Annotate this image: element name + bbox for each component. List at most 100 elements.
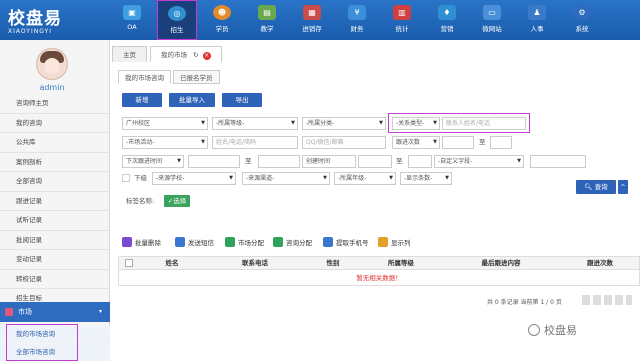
chevron-down-icon: ▼ — [229, 175, 233, 181]
add-button[interactable]: 新增 — [122, 93, 162, 107]
chevron-down-icon: ▼ — [389, 175, 393, 181]
campus-select[interactable]: 广州校区 ▼ — [122, 117, 208, 130]
hr-icon: ♟ — [528, 5, 546, 20]
nav-oa[interactable]: ▣ OA — [112, 0, 152, 40]
created-time-select[interactable]: 创建时间 — [302, 155, 356, 168]
display-count-select[interactable]: -显示条数- ▼ — [400, 172, 452, 185]
nav-marketing[interactable]: ♦ 营销 — [427, 0, 467, 40]
finance-icon: ¥ — [348, 5, 366, 20]
close-icon[interactable]: × — [202, 52, 211, 60]
main-content: 主页 我的市场 ↻ × 我的市场咨询 已报名学员 新增 批量导入 导出 广州校区… — [112, 42, 640, 361]
followup-count-select[interactable]: 跟进次数 ▼ — [392, 136, 440, 149]
highlight-relation-filter — [388, 113, 530, 133]
sidebar-item-my-consult[interactable]: 我的咨询 — [0, 114, 110, 133]
include-sub-checkbox[interactable] — [122, 174, 130, 182]
followup-count-to[interactable] — [490, 136, 512, 149]
activity-select[interactable]: -市场活动- ▼ — [122, 136, 208, 149]
sidebar-menu: 咨询师主页 我的咨询 公共库 案例剖析 全部咨询 跟进记录 试听记录 批阅记录 … — [0, 94, 110, 309]
next-followup-select[interactable]: 下次跟进时间 ▼ — [122, 155, 184, 168]
source-school-select[interactable]: -来源学校- ▼ — [152, 172, 236, 185]
range-to-label: 至 — [396, 157, 403, 165]
nav-hr[interactable]: ♟ 人事 — [517, 0, 557, 40]
delete-icon — [122, 237, 132, 247]
nav-student[interactable]: ☻ 学员 — [202, 0, 242, 40]
toolbar-send-sms[interactable]: 发送短信 — [175, 236, 214, 248]
chevron-down-icon: ▼ — [379, 120, 383, 126]
created-time-end[interactable] — [408, 155, 432, 168]
username[interactable]: admin — [0, 83, 104, 92]
grade-year-select[interactable]: -所属年级- ▼ — [334, 172, 396, 185]
name-search-input[interactable]: 姓名/电话/简码 — [212, 136, 298, 149]
col-last-followup[interactable]: 最后跟进内容 — [441, 257, 561, 269]
chevron-down-icon: ▼ — [201, 139, 205, 145]
inventory-icon: ▦ — [303, 5, 321, 20]
query-button[interactable]: 🔍︎ 查询 — [576, 180, 616, 194]
sidebar-item-public-pool[interactable]: 公共库 — [0, 133, 110, 153]
tab-my-market-consult[interactable]: 我的市场咨询 — [118, 70, 171, 84]
highlight-sidebar — [6, 324, 78, 361]
tab-my-market[interactable]: 我的市场 ↻ × — [150, 46, 222, 62]
marketing-icon: ♦ — [438, 5, 456, 20]
phone-icon — [323, 237, 333, 247]
next-followup-start[interactable] — [188, 155, 240, 168]
table-header: 姓名 联系电话 性别 所属等级 最后跟进内容 跟进次数 — [118, 256, 640, 270]
sidebar-item-followup[interactable]: 跟进记录 — [0, 192, 110, 211]
col-gender[interactable]: 性别 — [305, 257, 361, 269]
qq-search-input[interactable]: QQ/微信/邮箱 — [302, 136, 386, 149]
followup-count-from[interactable] — [442, 136, 474, 149]
search-icon: 🔍︎ — [584, 183, 593, 191]
created-time-start[interactable] — [358, 155, 392, 168]
nav-stats[interactable]: ▥ 统计 — [382, 0, 422, 40]
sidebar-item-changes[interactable]: 变动记录 — [0, 250, 110, 270]
export-button[interactable]: 导出 — [222, 93, 262, 107]
col-phone[interactable]: 联系电话 — [205, 257, 305, 269]
sidebar-item-all-consult[interactable]: 全部咨询 — [0, 172, 110, 192]
nav-system[interactable]: ⚙ 系统 — [562, 0, 602, 40]
teaching-icon: ▤ — [258, 5, 276, 20]
nav-finance[interactable]: ¥ 财务 — [337, 0, 377, 40]
sidebar-section-market[interactable]: 市场 ▾ — [0, 302, 110, 322]
nav-teaching[interactable]: ▤ 教学 — [247, 0, 287, 40]
nav-inventory[interactable]: ▦ 进销存 — [292, 0, 332, 40]
select-all-checkbox[interactable] — [119, 257, 139, 269]
sidebar-item-trial[interactable]: 试听记录 — [0, 211, 110, 231]
toolbar-show-columns[interactable]: 显示列 — [378, 236, 411, 248]
col-name[interactable]: 姓名 — [139, 257, 205, 269]
col-grade[interactable]: 所属等级 — [361, 257, 441, 269]
toolbar-batch-delete[interactable]: 批量删除 — [122, 236, 161, 248]
grade-select[interactable]: -所属等级- ▼ — [212, 117, 298, 130]
chevron-down-icon: ▼ — [445, 175, 449, 181]
include-sub-label: 下级 — [134, 174, 147, 182]
sidebar-item-transfer[interactable]: 转校记录 — [0, 270, 110, 289]
collapse-filter-button[interactable]: ^ — [618, 180, 628, 194]
toolbar-market-assign[interactable]: 市场分配 — [225, 236, 264, 248]
toolbar-extract-phone[interactable]: 提取手机号 — [323, 236, 369, 248]
refresh-icon[interactable]: ↻ — [193, 51, 198, 59]
logo-text: 校盘易 — [8, 9, 62, 29]
source-channel-select[interactable]: -来源渠道- ▼ — [242, 172, 330, 185]
oa-icon: ▣ — [123, 5, 141, 20]
nav-admission[interactable]: ◎ 招生 — [157, 0, 197, 40]
next-followup-end[interactable] — [258, 155, 300, 168]
sidebar-item-review[interactable]: 批阅记录 — [0, 231, 110, 250]
import-button[interactable]: 批量导入 — [169, 93, 215, 107]
col-followup-count[interactable]: 跟进次数 — [561, 257, 639, 269]
assign-icon — [225, 237, 235, 247]
chevron-down-icon: ▼ — [433, 139, 437, 145]
pagination-buttons[interactable] — [582, 295, 632, 305]
toolbar-consult-assign[interactable]: 咨询分配 — [273, 236, 312, 248]
custom-field-input[interactable] — [530, 155, 586, 168]
sidebar-item-case-analysis[interactable]: 案例剖析 — [0, 153, 110, 172]
tag-select-button[interactable]: ✓选择 — [164, 195, 190, 207]
avatar[interactable] — [36, 48, 68, 80]
nav-microsite[interactable]: ▭ 微网站 — [472, 0, 512, 40]
tab-home[interactable]: 主页 — [112, 46, 147, 62]
tab-enrolled-students[interactable]: 已报名学员 — [173, 70, 220, 84]
page-tabs: 主页 我的市场 ↻ × — [112, 46, 225, 62]
range-to-label: 至 — [245, 157, 252, 165]
category-select[interactable]: -所属分类- ▼ — [302, 117, 386, 130]
columns-icon — [378, 237, 388, 247]
sidebar-item-consultant-home[interactable]: 咨询师主页 — [0, 94, 110, 114]
mail-icon — [175, 237, 185, 247]
custom-field-select[interactable]: -自定义字段- ▼ — [434, 155, 524, 168]
